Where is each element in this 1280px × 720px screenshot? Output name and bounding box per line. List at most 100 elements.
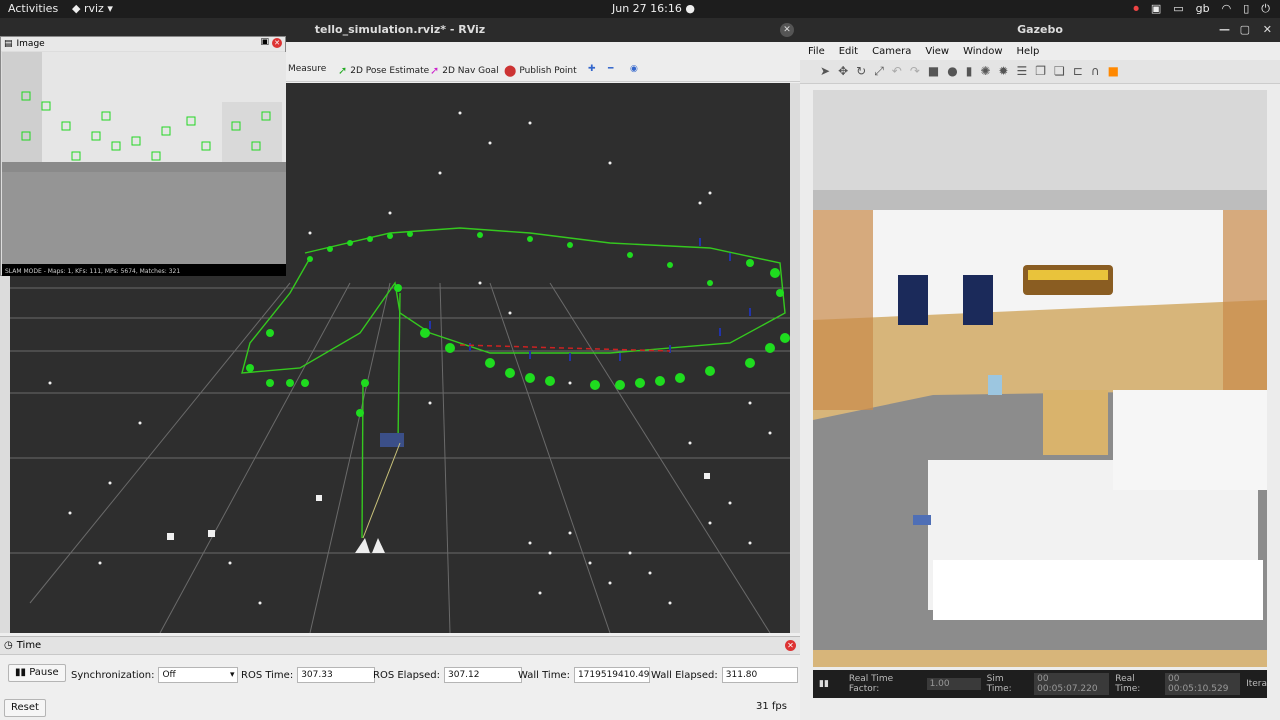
focus-tool[interactable]: ◉ xyxy=(630,64,638,74)
menu-edit[interactable]: Edit xyxy=(839,46,858,57)
rtf-value: 1.00 xyxy=(926,678,981,690)
eye-icon: ◉ xyxy=(630,64,638,74)
gazebo-window: Gazebo — ▢ ✕ File Edit Camera View Windo… xyxy=(800,18,1280,720)
minus-icon: ━ xyxy=(608,64,614,74)
gazebo-3d-scene[interactable] xyxy=(813,90,1267,667)
battery-icon: ▯ xyxy=(1243,2,1250,15)
nav-goal-tool[interactable]: ➚ 2D Nav Goal xyxy=(430,64,499,77)
zoom-tool[interactable]: ━ xyxy=(608,64,613,74)
image-panel[interactable]: ▤ Image ▣ ✕ SLAM MODE - Maps: 1, KFs: 11… xyxy=(0,36,286,276)
time-panel-title: Time xyxy=(16,640,42,651)
camera-icon: ▣ xyxy=(1150,2,1162,15)
publish-point-tool[interactable]: ⬤ Publish Point xyxy=(504,64,577,77)
sync-select[interactable]: Off ▾ xyxy=(158,667,239,683)
snap-icon[interactable]: ∩ xyxy=(1091,64,1100,79)
measure-label: Measure xyxy=(288,64,327,74)
time-panel-header: ◷ Time ✕ xyxy=(0,637,800,655)
activities-button[interactable]: Activities xyxy=(8,2,58,15)
system-tray[interactable]: ⏺ ▣ ▭ gb ◠ ▯ ⏻ xyxy=(1133,2,1270,16)
menu-view[interactable]: View xyxy=(925,46,949,57)
arrow-icon: ➚ xyxy=(430,64,440,77)
time-panel: ◷ Time ✕ ▮▮ Pause Synchronization: Off ▾ … xyxy=(0,636,800,720)
right-dock-collapse[interactable] xyxy=(790,83,800,633)
app-menu-label: rviz xyxy=(83,2,104,15)
clock[interactable]: Jun 27 16:16 ● xyxy=(612,2,695,15)
float-icon[interactable]: ▣ xyxy=(260,37,269,47)
paste-icon[interactable]: ❏ xyxy=(1054,64,1065,79)
wall-elapsed-field[interactable]: 311.80 xyxy=(721,667,798,683)
sim-time-value: 00 00:05:07.220 xyxy=(1034,673,1110,695)
system-top-bar: Activities ◆ rviz ▾ Jun 27 16:16 ● ⏺ ▣ ▭… xyxy=(0,0,1280,18)
ros-time-field[interactable]: 307.33 xyxy=(297,667,376,683)
close-icon[interactable]: ✕ xyxy=(1263,18,1272,42)
drone-icon xyxy=(380,433,404,447)
pose-estimate-tool[interactable]: ➚ 2D Pose Estimate xyxy=(338,64,429,77)
ros-elapsed-field[interactable]: 307.12 xyxy=(444,667,522,683)
copy-icon[interactable]: ❐ xyxy=(1035,64,1046,79)
app-menu[interactable]: ◆ rviz ▾ xyxy=(72,2,113,15)
rtf-label: Real Time Factor: xyxy=(848,674,894,694)
directional-light-icon[interactable]: ☰ xyxy=(1016,64,1027,79)
arrow-icon: ➚ xyxy=(338,64,348,77)
camera-feed: SLAM MODE - Maps: 1, KFs: 111, MPs: 5674… xyxy=(2,52,286,276)
publish-point-label: Publish Point xyxy=(519,65,577,76)
box-icon[interactable]: ■ xyxy=(928,64,939,79)
clock-label: Jun 27 16:16 xyxy=(612,2,682,15)
wall-time-field[interactable]: 1719519410.49 xyxy=(573,667,650,683)
image-panel-title: Image xyxy=(16,39,45,49)
pause-icon[interactable]: ▮▮ xyxy=(819,679,829,689)
close-icon[interactable]: ✕ xyxy=(780,23,794,37)
minimize-icon[interactable]: — xyxy=(1219,18,1230,42)
menu-help[interactable]: Help xyxy=(1017,46,1040,57)
sync-value: Off xyxy=(162,670,176,680)
menu-camera[interactable]: Camera xyxy=(872,46,911,57)
rviz-window: tello_simulation.rviz* - RViz ✕ Measure … xyxy=(0,18,800,720)
wifi-icon: ◠ xyxy=(1221,2,1232,15)
gazebo-title: Gazebo xyxy=(1017,23,1063,36)
image-panel-header: ▤ Image ▣ ✕ xyxy=(1,37,285,51)
screen-icon: ▭ xyxy=(1173,2,1184,15)
fps-label: 31 fps xyxy=(756,701,787,712)
wall-elapsed-label: Wall Elapsed: xyxy=(651,669,718,681)
spot-light-icon[interactable]: ✹ xyxy=(998,64,1008,79)
scale-icon[interactable]: ⤢ xyxy=(874,64,884,79)
move-camera-tool[interactable]: ✚ xyxy=(588,64,596,74)
pose-estimate-label: 2D Pose Estimate xyxy=(350,65,430,76)
close-icon[interactable]: ✕ xyxy=(785,640,796,651)
align-icon[interactable]: ⊏ xyxy=(1073,64,1083,79)
menu-file[interactable]: File xyxy=(808,46,825,57)
gazebo-menu-bar: File Edit Camera View Window Help xyxy=(800,42,1280,60)
measure-tool[interactable]: Measure xyxy=(288,64,326,74)
power-icon: ⏻ xyxy=(1261,2,1270,15)
image-icon: ▤ xyxy=(4,39,13,49)
color-icon[interactable]: ■ xyxy=(1108,64,1119,79)
pause-button[interactable]: ▮▮ Pause xyxy=(8,664,66,682)
menu-window[interactable]: Window xyxy=(963,46,1002,57)
gazebo-title-bar: Gazebo — ▢ ✕ xyxy=(800,18,1280,42)
nav-goal-label: 2D Nav Goal xyxy=(442,65,499,76)
redo-icon[interactable]: ↷ xyxy=(910,64,920,79)
ros-elapsed-label: ROS Elapsed: xyxy=(373,669,440,681)
maximize-icon[interactable]: ▢ xyxy=(1240,18,1250,42)
plus-icon: ✚ xyxy=(588,64,596,74)
reset-button[interactable]: Reset xyxy=(4,699,46,717)
clock-icon: ◷ xyxy=(4,640,13,651)
wall-time-label: Wall Time: xyxy=(518,669,570,681)
gazebo-toolbar: ➤ ✥ ↻ ⤢ ↶ ↷ ■ ● ▮ ✺ ✹ ☰ ❐ ❏ ⊏ ∩ ■ xyxy=(800,60,1280,84)
select-icon[interactable]: ➤ xyxy=(820,64,830,79)
keyboard-layout[interactable]: gb xyxy=(1196,2,1210,16)
rotate-icon[interactable]: ↻ xyxy=(856,64,866,79)
sphere-icon[interactable]: ● xyxy=(947,64,957,79)
translate-icon[interactable]: ✥ xyxy=(838,64,848,79)
undo-icon[interactable]: ↶ xyxy=(892,64,902,79)
cylinder-icon[interactable]: ▮ xyxy=(966,64,973,79)
pause-label: Pause xyxy=(29,667,59,678)
drop-line xyxy=(361,382,364,539)
point-light-icon[interactable]: ✺ xyxy=(980,64,990,79)
ros-time-label: ROS Time: xyxy=(241,669,294,681)
rviz-title: tello_simulation.rviz* - RViz xyxy=(314,23,486,36)
sim-time-label: Sim Time: xyxy=(986,674,1012,694)
chevron-down-icon: ▾ xyxy=(229,670,235,680)
close-icon[interactable]: ✕ xyxy=(272,38,282,48)
slam-status: SLAM MODE - Maps: 1, KFs: 111, MPs: 5674… xyxy=(5,268,181,275)
